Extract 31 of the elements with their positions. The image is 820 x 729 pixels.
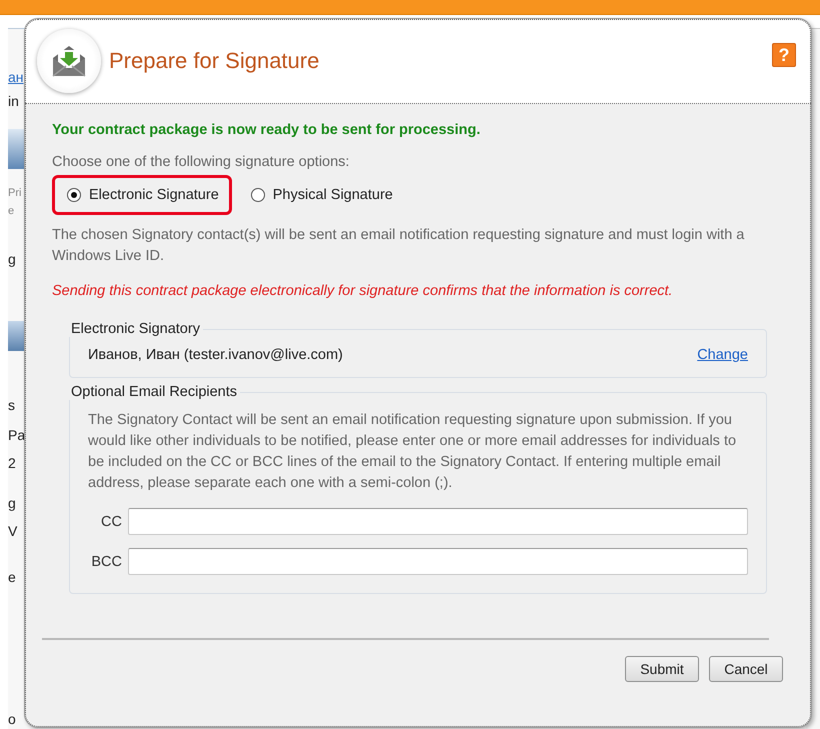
dialog-button[interactable]: Submit bbox=[625, 656, 699, 682]
field-label: CC bbox=[100, 514, 122, 530]
background-text: 2 bbox=[8, 455, 16, 471]
background-text: o bbox=[8, 711, 16, 727]
background-text: V bbox=[8, 523, 18, 539]
background-text: Pri bbox=[8, 187, 22, 199]
field-label: BCC bbox=[90, 554, 122, 570]
dialog-title: Prepare for Signature bbox=[109, 48, 320, 74]
change-link[interactable]: Change bbox=[697, 347, 748, 363]
highlighted-radio-option[interactable]: Electronic Signature bbox=[52, 175, 232, 215]
radio-option[interactable]: Physical Signature bbox=[236, 175, 406, 215]
background-text: ан bbox=[8, 69, 24, 85]
panel-legend: Optional Email Recipients bbox=[68, 384, 240, 400]
envelope-icon bbox=[37, 29, 101, 93]
background-text: e bbox=[8, 569, 16, 585]
status-message: Your contract package is now ready to be sent for processing. bbox=[52, 122, 482, 138]
warning-message: Sending this contract package electronically for signature confirms that the information is correct. bbox=[52, 283, 674, 299]
options-prompt: Choose one of the following signature options: bbox=[52, 154, 350, 170]
email-field[interactable] bbox=[128, 508, 748, 535]
background-text: s bbox=[8, 397, 15, 413]
background-text: e bbox=[8, 205, 14, 217]
dialog-button[interactable]: Cancel bbox=[709, 656, 783, 682]
background-text: Pa bbox=[8, 427, 26, 443]
background-text: g bbox=[8, 495, 16, 511]
background-text: g bbox=[8, 251, 16, 267]
background-text: in bbox=[8, 93, 19, 109]
signature-note: The chosen Signatory contact(s) will be sent an email notification requesting signature and must login with a Windows Live ID. bbox=[52, 226, 746, 266]
recipients-description: The Signatory Contact will be sent an email notification requesting signature upon submission. If you would like other individuals to be notified, please enter one or more email addresses for individuals to be included on the CC or BCC lines of the email to the Signatory Contact. If entering multiple email address, please separate each one with a semi-colon (;). bbox=[88, 411, 738, 493]
panel-legend: Electronic Signatory bbox=[68, 321, 203, 337]
email-field[interactable] bbox=[128, 548, 748, 575]
signatory-contact: Иванов, Иван (tester.ivanov@live.com) bbox=[88, 347, 343, 363]
